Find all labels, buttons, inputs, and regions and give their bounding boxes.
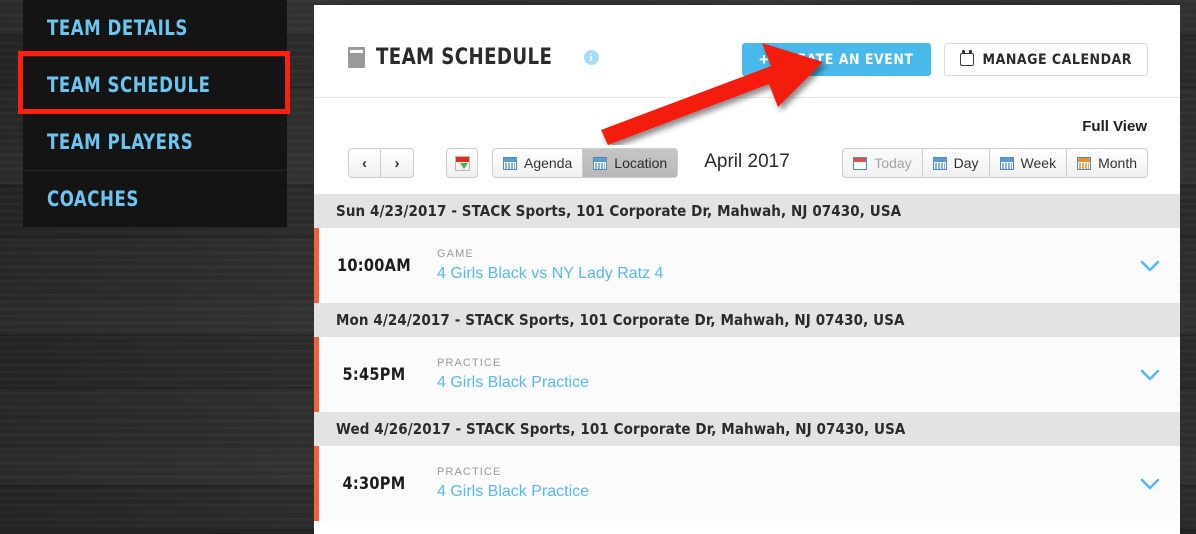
chevron-down-icon xyxy=(1140,478,1160,489)
expand-event-button[interactable] xyxy=(1120,478,1180,490)
month-view-button[interactable]: Month xyxy=(1067,148,1148,178)
plus-icon: + xyxy=(759,50,770,69)
event-type-label: PRACTICE xyxy=(437,466,502,478)
view-mode-location-button[interactable]: Location xyxy=(583,148,679,178)
event-row[interactable]: 5:45PM PRACTICE 4 Girls Black Practice xyxy=(314,337,1180,412)
manage-calendar-button[interactable]: MANAGE CALENDAR xyxy=(943,43,1148,76)
event-body: PRACTICE 4 Girls Black Practice xyxy=(429,466,1120,501)
sidebar-item-team-players[interactable]: TEAM PLAYERS xyxy=(23,114,287,171)
today-label: Today xyxy=(874,155,912,171)
sidebar-item-label: TEAM DETAILS xyxy=(47,16,188,40)
calendar-download-icon xyxy=(454,155,470,171)
info-icon[interactable]: i xyxy=(583,50,599,65)
header-actions: + CREATE AN EVENT MANAGE CALENDAR xyxy=(742,43,1148,76)
event-type-label: GAME xyxy=(437,248,474,260)
calendar-grid-icon xyxy=(503,156,517,170)
sidebar-item-team-details[interactable]: TEAM DETAILS xyxy=(23,0,287,57)
view-mode-location-label: Location xyxy=(614,155,668,171)
page-title: TEAM SCHEDULE xyxy=(376,45,553,70)
sidebar-nav: TEAM DETAILS TEAM SCHEDULE TEAM PLAYERS … xyxy=(18,0,290,228)
chevron-down-icon xyxy=(1140,260,1160,271)
prev-period-button[interactable]: ‹ xyxy=(348,148,381,178)
sidebar-item-label: COACHES xyxy=(47,187,139,211)
event-row[interactable]: 10:00AM GAME 4 Girls Black vs NY Lady Ra… xyxy=(314,228,1180,303)
expand-event-button[interactable] xyxy=(1120,260,1180,272)
chevron-down-icon xyxy=(1140,369,1160,380)
calendar-week-icon xyxy=(999,156,1014,170)
sidebar-item-team-schedule[interactable]: TEAM SCHEDULE xyxy=(23,57,287,114)
view-mode-toggle: Agenda Location xyxy=(492,148,679,178)
day-label: Day xyxy=(953,155,979,171)
expand-event-button[interactable] xyxy=(1120,369,1180,381)
week-view-button[interactable]: Week xyxy=(989,148,1068,178)
view-range-group: Today Day Week Month xyxy=(842,148,1148,178)
event-time: 4:30PM xyxy=(342,473,406,494)
full-view-link[interactable]: Full View xyxy=(1082,118,1147,135)
event-body: PRACTICE 4 Girls Black Practice xyxy=(429,357,1120,392)
month-label: Month xyxy=(1098,155,1137,171)
team-schedule-panel: TEAM SCHEDULE i + CREATE AN EVENT MANAGE… xyxy=(314,5,1180,534)
calendar-icon xyxy=(959,50,974,66)
calendar-nav-arrows: ‹ › xyxy=(348,148,414,178)
event-row[interactable]: 4:30PM PRACTICE 4 Girls Black Practice xyxy=(314,446,1180,521)
event-title-link[interactable]: 4 Girls Black Practice xyxy=(437,374,1120,392)
view-mode-agenda-button[interactable]: Agenda xyxy=(492,148,584,178)
sidebar-item-label: TEAM PLAYERS xyxy=(47,130,194,154)
panel-header: TEAM SCHEDULE i + CREATE AN EVENT MANAGE… xyxy=(314,5,1180,98)
today-button[interactable]: Today xyxy=(842,148,923,178)
create-an-event-button[interactable]: + CREATE AN EVENT xyxy=(742,43,931,76)
calendar-grid-icon xyxy=(593,156,608,170)
event-time: 10:00AM xyxy=(337,255,411,276)
week-label: Week xyxy=(1020,155,1057,171)
manage-calendar-label: MANAGE CALENDAR xyxy=(982,51,1132,68)
calendar-month-icon xyxy=(1077,156,1092,170)
event-time: 5:45PM xyxy=(342,364,406,385)
sidebar-item-label: TEAM SCHEDULE xyxy=(47,73,211,97)
event-type-label: PRACTICE xyxy=(437,357,502,369)
schedule-event-list: Sun 4/23/2017 - STACK Sports, 101 Corpor… xyxy=(314,194,1180,521)
sidebar-item-coaches[interactable]: COACHES xyxy=(23,171,287,228)
day-group-header: Wed 4/26/2017 - STACK Sports, 101 Corpor… xyxy=(314,412,1180,446)
next-period-button[interactable]: › xyxy=(381,148,414,178)
calendar-icon xyxy=(348,46,365,68)
event-title-link[interactable]: 4 Girls Black Practice xyxy=(437,483,1120,501)
view-mode-agenda-label: Agenda xyxy=(524,155,573,171)
calendar-day-icon xyxy=(932,156,947,170)
event-title-link[interactable]: 4 Girls Black vs NY Lady Ratz 4 xyxy=(437,265,1120,283)
day-group-header: Sun 4/23/2017 - STACK Sports, 101 Corpor… xyxy=(314,194,1180,228)
day-view-button[interactable]: Day xyxy=(922,148,990,178)
day-group-header: Mon 4/24/2017 - STACK Sports, 101 Corpor… xyxy=(314,303,1180,337)
event-body: GAME 4 Girls Black vs NY Lady Ratz 4 xyxy=(429,248,1120,283)
create-an-event-label: CREATE AN EVENT xyxy=(777,51,914,68)
calendar-today-icon xyxy=(853,156,868,170)
page-title-group: TEAM SCHEDULE i xyxy=(348,45,599,70)
calendar-toolbar: ‹ › Agenda Location April 2017 Today Day… xyxy=(314,140,1180,186)
calendar-download-button[interactable] xyxy=(446,148,478,178)
